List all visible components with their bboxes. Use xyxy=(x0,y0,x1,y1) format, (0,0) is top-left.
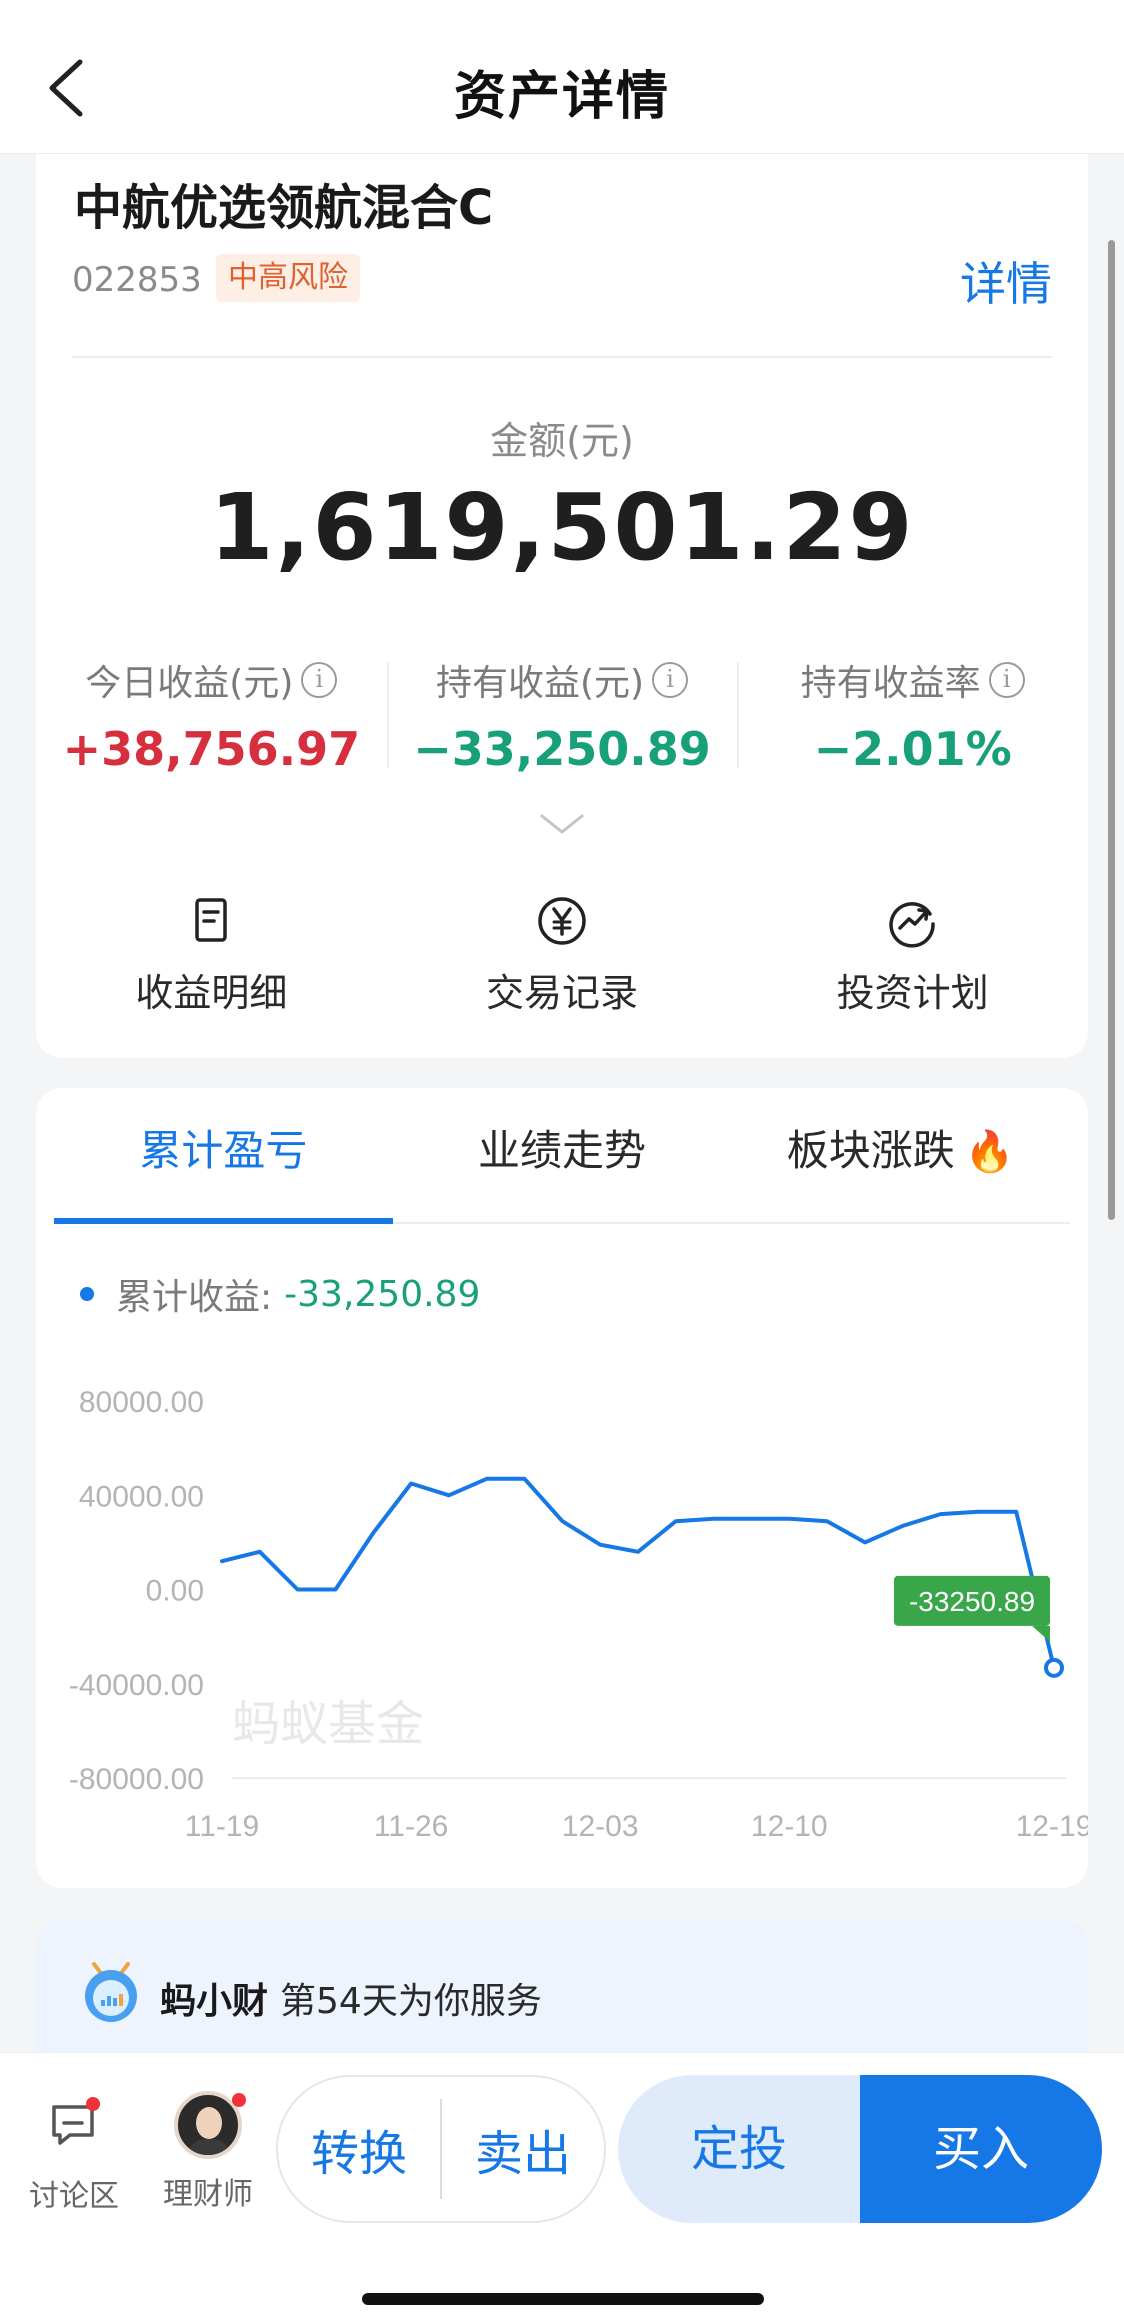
y-tick-label: 40000.00 xyxy=(79,1480,204,1513)
convert-sell-group: 转换 卖出 xyxy=(276,2075,606,2223)
stat-label: 持有收益率 xyxy=(800,663,981,704)
series-line xyxy=(220,1476,1056,1670)
stat-label: 持有收益(元) xyxy=(435,663,645,704)
amount-label: 金额(元) xyxy=(490,419,634,463)
stat-value: +38,756.97 xyxy=(62,722,361,776)
advisor-label: 理财师 xyxy=(163,2177,253,2212)
action-label: 投资计划 xyxy=(836,971,989,1015)
advisor-button[interactable]: 理财师 xyxy=(158,2091,258,2213)
auto-invest-button[interactable]: 定投 xyxy=(618,2075,860,2223)
stat-value: −33,250.89 xyxy=(413,722,711,776)
detail-link[interactable]: 详情 xyxy=(960,248,1052,314)
last-point-marker xyxy=(1044,1657,1064,1678)
fund-summary-card: 中航优选领航混合C 022853 中高风险 详情 金额(元) 1,619,501… xyxy=(36,154,1088,1058)
tooltip-pointer xyxy=(1032,1625,1050,1642)
home-indicator xyxy=(362,2293,764,2305)
chevron-down-icon[interactable] xyxy=(536,810,588,840)
divider xyxy=(72,356,1052,358)
assistant-name: 蚂小财 xyxy=(160,1981,269,2022)
y-tick-label: 0.00 xyxy=(146,1575,204,1608)
document-icon xyxy=(195,898,228,942)
stats-row: 今日收益(元) i +38,756.97 持有收益(元) i −33,250.89 … xyxy=(36,654,1088,776)
line-chart[interactable]: 80000.00 40000.00 0.00 -40000.00 -80000.00 蚂蚁… xyxy=(36,1088,1088,1888)
chart-card: 累计盈亏 业绩走势 板块涨跌 🔥 累计收益: -33,250.89 80000.0… xyxy=(36,1088,1088,1888)
x-tick-label: 12-10 xyxy=(751,1810,828,1843)
x-tick-label: 11-19 xyxy=(185,1810,260,1843)
scrollbar[interactable] xyxy=(1108,240,1115,1220)
x-tick-label: 12-19 xyxy=(1016,1810,1088,1843)
assistant-avatar-icon xyxy=(85,1962,137,2022)
fund-name: 中航优选领航混合C xyxy=(74,180,494,236)
y-tick-label: -40000.00 xyxy=(69,1669,204,1702)
assistant-text: 蚂小财 第54天为你服务 xyxy=(160,1972,542,2024)
action-label: 收益明细 xyxy=(135,971,288,1015)
bottom-action-bar: 讨论区 理财师 转换 卖出 定投 买入 xyxy=(0,2052,1124,2324)
info-icon[interactable]: i xyxy=(652,662,689,698)
y-tick-label: 80000.00 xyxy=(79,1386,204,1419)
assistant-days: 第54天为你服务 xyxy=(280,1981,542,2022)
trend-circle-icon xyxy=(888,902,935,948)
nav-bar: 资产详情 xyxy=(0,0,1124,154)
risk-badge: 中高风险 xyxy=(216,254,360,302)
fund-code: 022853 xyxy=(72,260,202,300)
action-trade-records[interactable]: 交易记录 xyxy=(387,894,738,1017)
amount-value: 1,619,501.29 xyxy=(209,474,915,581)
notification-dot xyxy=(86,2097,100,2111)
discuss-button[interactable]: 讨论区 xyxy=(26,2097,122,2215)
action-label: 交易记录 xyxy=(486,971,639,1015)
x-tick-label: 12-03 xyxy=(562,1810,639,1843)
stat-today-income: 今日收益(元) i +38,756.97 xyxy=(36,654,387,776)
yen-circle-icon xyxy=(538,897,586,945)
convert-button[interactable]: 转换 xyxy=(278,2114,440,2184)
info-icon[interactable]: i xyxy=(988,662,1025,698)
action-invest-plan[interactable]: 投资计划 xyxy=(737,894,1088,1017)
buy-button[interactable]: 买入 xyxy=(860,2075,1102,2223)
notification-dot xyxy=(232,2093,246,2107)
stat-holding-income: 持有收益(元) i −33,250.89 xyxy=(386,654,738,776)
stat-value: −2.01% xyxy=(813,722,1012,776)
sell-button[interactable]: 卖出 xyxy=(442,2114,604,2184)
stat-holding-rate: 持有收益率 i −2.01% xyxy=(737,654,1088,776)
page-title: 资产详情 xyxy=(453,67,670,127)
y-tick-label: -80000.00 xyxy=(69,1763,204,1796)
stat-label: 今日收益(元) xyxy=(85,663,294,704)
assistant-banner[interactable]: 蚂小财 第54天为你服务 xyxy=(36,1920,1088,2060)
invest-buy-group: 定投 买入 xyxy=(618,2075,1102,2223)
info-icon[interactable]: i xyxy=(301,662,338,698)
action-income-detail[interactable]: 收益明细 xyxy=(36,894,387,1017)
discuss-label: 讨论区 xyxy=(29,2179,119,2214)
tooltip-label: -33250.89 xyxy=(909,1586,1035,1617)
chart-watermark: 蚂蚁基金 xyxy=(232,1696,424,1752)
x-tick-label: 11-26 xyxy=(374,1810,449,1843)
actions-row: 收益明细 交易记录 投资计划 xyxy=(36,894,1088,1017)
